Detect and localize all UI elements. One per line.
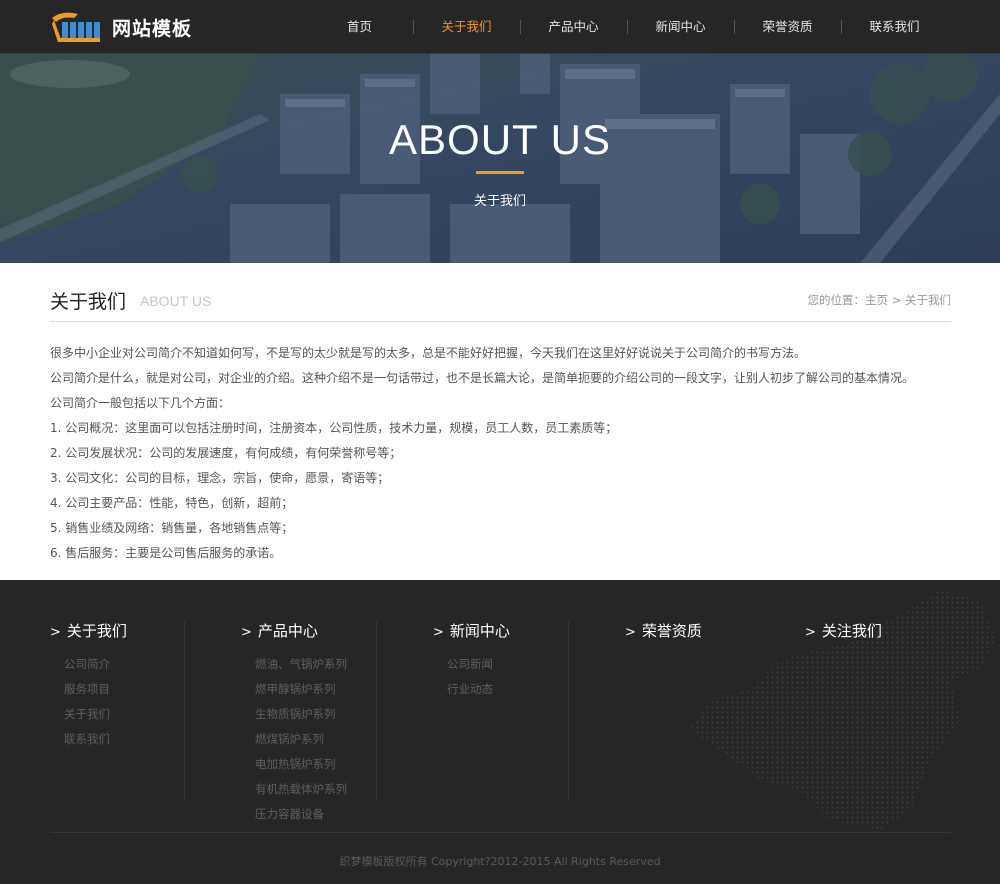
footer-col-title[interactable]: > 新闻中心 xyxy=(433,620,510,641)
footer-col-title[interactable]: > 荣誉资质 xyxy=(625,620,702,641)
article-paragraph: 2. 公司发展状况：公司的发展速度，有何成绩，有何荣誉称号等； xyxy=(50,446,402,460)
article-body: 很多中小企业对公司简介不知道如何写，不是写的太少就是写的太多，总是不能好好把握，… xyxy=(50,322,951,566)
footer-link[interactable]: 生物质锅炉系列 xyxy=(255,702,347,727)
site-header: 网站模板 首页 关于我们 产品中心 新闻中心 荣誉资质 联系我们 xyxy=(0,0,1000,54)
footer-link[interactable]: 燃油、气锅炉系列 xyxy=(255,652,347,677)
footer-link[interactable]: 燃甲醇锅炉系列 xyxy=(255,677,347,702)
article-paragraph: 公司简介一般包括以下几个方面： xyxy=(50,396,231,410)
nav-divider xyxy=(627,20,628,34)
nav-divider xyxy=(520,20,521,34)
footer-col-title-text: 产品中心 xyxy=(257,622,318,640)
footer-col-about: > 关于我们 公司简介 服务项目 关于我们 联系我们 xyxy=(50,620,127,752)
footer-col-honors: > 荣誉资质 xyxy=(625,620,702,641)
footer-col-title-text: 新闻中心 xyxy=(449,622,510,640)
banner-subtitle: 关于我们 xyxy=(473,194,526,209)
nav-label: 产品中心 xyxy=(548,19,599,34)
nav-item-about[interactable]: 关于我们 xyxy=(413,0,520,54)
breadcrumb-home-link[interactable]: 主页 xyxy=(865,293,888,307)
article-paragraph: 很多中小企业对公司简介不知道如何写，不是写的太少就是写的太多，总是不能好好把握，… xyxy=(50,346,807,360)
footer-link[interactable]: 公司简介 xyxy=(64,652,127,677)
nav-label: 新闻中心 xyxy=(655,19,706,34)
footer-link-list: 燃油、气锅炉系列 燃甲醇锅炉系列 生物质锅炉系列 燃煤锅炉系列 电加热锅炉系列 … xyxy=(241,652,347,827)
nav-label: 荣誉资质 xyxy=(762,19,813,34)
nav-item-news[interactable]: 新闻中心 xyxy=(627,0,734,54)
page-title: 关于我们 xyxy=(50,291,127,313)
footer-col-title-text: 荣誉资质 xyxy=(641,622,702,640)
breadcrumb-separator: > xyxy=(891,293,902,307)
footer-col-title-text: 关注我们 xyxy=(821,622,882,640)
footer-link-list: 公司新闻 行业动态 xyxy=(433,652,510,702)
footer-link[interactable]: 联系我们 xyxy=(64,727,127,752)
chevron-right-icon: > xyxy=(241,625,252,640)
footer-col-title[interactable]: > 产品中心 xyxy=(241,620,347,641)
nav-divider xyxy=(841,20,842,34)
nav-item-home[interactable]: 首页 xyxy=(306,0,413,54)
footer-col-news: > 新闻中心 公司新闻 行业动态 xyxy=(433,620,510,702)
footer-col-title-text: 关于我们 xyxy=(66,622,127,640)
nav-item-contact[interactable]: 联系我们 xyxy=(841,0,948,54)
footer-divider-line xyxy=(50,832,951,833)
copyright-text: 织梦模板版权所有 Copyright?2012-2015 All Rights … xyxy=(339,855,661,868)
banner-title: ABOUT US xyxy=(389,116,611,163)
site-logo[interactable]: 网站模板 xyxy=(48,8,192,46)
footer-col-title[interactable]: > 关注我们 xyxy=(805,620,882,641)
article-paragraph: 3. 公司文化：公司的目标，理念，宗旨，使命，愿景，寄语等； xyxy=(50,471,390,485)
footer-link[interactable]: 关于我们 xyxy=(64,702,127,727)
breadcrumb: 您的位置：主页 > 关于我们 xyxy=(808,292,951,308)
logo-icon xyxy=(48,8,106,46)
article-paragraph: 1. 公司概况：这里面可以包括注册时间，注册资本，公司性质，技术力量，规模，员工… xyxy=(50,421,618,435)
footer-divider xyxy=(184,620,185,800)
breadcrumb-prefix: 您的位置： xyxy=(807,293,866,307)
footer-divider xyxy=(376,620,377,800)
main-nav: 首页 关于我们 产品中心 新闻中心 荣誉资质 联系我们 xyxy=(306,0,948,54)
nav-divider xyxy=(734,20,735,34)
article-paragraph: 6. 售后服务：主要是公司售后服务的承诺。 xyxy=(50,546,282,560)
nav-divider xyxy=(413,20,414,34)
article-paragraph: 5. 销售业绩及网络：销售量，各地销售点等； xyxy=(50,521,294,535)
footer-link-list: 公司简介 服务项目 关于我们 联系我们 xyxy=(50,652,127,752)
footer-col-follow: > 关注我们 xyxy=(805,620,882,641)
page-subtitle: ABOUT US xyxy=(140,293,212,309)
site-footer: > 关于我们 公司简介 服务项目 关于我们 联系我们 > 产品中心 燃油、气锅炉系列… xyxy=(0,580,1000,884)
main-content: 关于我们 ABOUT US 您的位置：主页 > 关于我们 很多中小企业对公司简介… xyxy=(50,263,951,566)
chevron-right-icon: > xyxy=(805,625,816,640)
article-paragraph: 4. 公司主要产品：性能，特色，创新，超前； xyxy=(50,496,294,510)
banner-underline xyxy=(476,171,524,174)
footer-link[interactable]: 燃煤锅炉系列 xyxy=(255,727,347,752)
nav-label: 首页 xyxy=(346,19,372,34)
footer-link[interactable]: 公司新闻 xyxy=(447,652,510,677)
article-paragraph: 公司简介是什么，就是对公司，对企业的介绍。这种介绍不是一句话带过，也不是长篇大论… xyxy=(50,371,915,385)
breadcrumb-current[interactable]: 关于我们 xyxy=(905,293,951,307)
section-header: 关于我们 ABOUT US 您的位置：主页 > 关于我们 xyxy=(50,263,951,322)
footer-link[interactable]: 行业动态 xyxy=(447,677,510,702)
footer-link[interactable]: 电加热锅炉系列 xyxy=(255,752,347,777)
footer-link[interactable]: 服务项目 xyxy=(64,677,127,702)
nav-item-honors[interactable]: 荣誉资质 xyxy=(734,0,841,54)
footer-col-products: > 产品中心 燃油、气锅炉系列 燃甲醇锅炉系列 生物质锅炉系列 燃煤锅炉系列 电加… xyxy=(241,620,347,827)
logo-text: 网站模板 xyxy=(112,17,193,40)
nav-label: 关于我们 xyxy=(441,19,492,34)
chevron-right-icon: > xyxy=(625,625,636,640)
footer-link[interactable]: 有机热载体炉系列 xyxy=(255,777,347,802)
footer-link[interactable]: 压力容器设备 xyxy=(255,802,347,827)
chevron-right-icon: > xyxy=(433,625,444,640)
footer-col-title[interactable]: > 关于我们 xyxy=(50,620,127,641)
footer-divider xyxy=(568,620,569,800)
nav-item-products[interactable]: 产品中心 xyxy=(520,0,627,54)
page-banner: ABOUT US 关于我们 xyxy=(0,54,1000,263)
chevron-right-icon: > xyxy=(50,625,61,640)
nav-label: 联系我们 xyxy=(869,19,920,34)
